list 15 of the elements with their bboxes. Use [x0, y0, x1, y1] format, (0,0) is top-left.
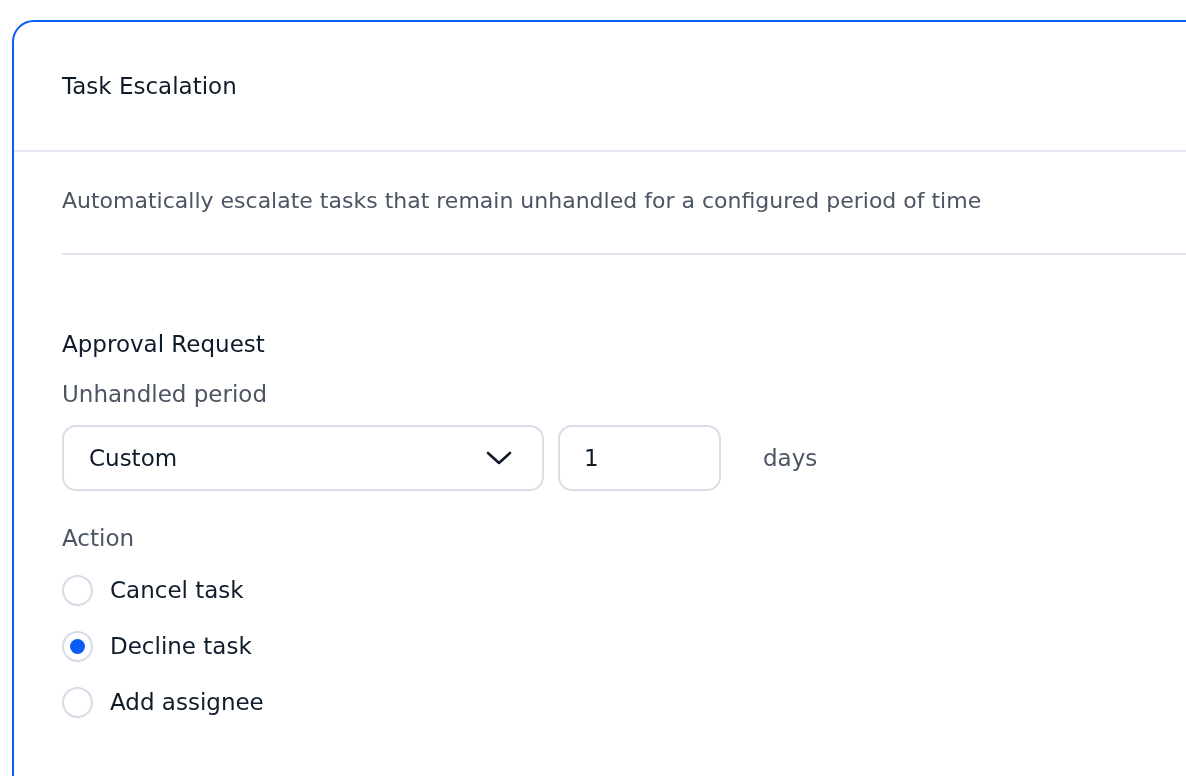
radio-label[interactable]: Add assignee — [110, 689, 264, 715]
radio-button[interactable] — [62, 686, 93, 718]
amount-field[interactable]: 1 — [558, 425, 721, 491]
card-title: Task Escalation — [62, 73, 237, 99]
radio-label[interactable]: Cancel task — [110, 577, 244, 603]
period-select[interactable]: Custom — [62, 425, 544, 491]
radio-label[interactable]: Decline task — [110, 633, 252, 659]
unit-label: days — [763, 445, 818, 471]
field-label: Action — [62, 525, 136, 551]
field-label: Unhandled period — [62, 381, 268, 407]
chevron-down-icon — [486, 450, 512, 466]
section-title: Approval Request — [62, 331, 266, 357]
card-description: Automatically escalate tasks that remain unhandled for a configured period of time — [62, 188, 983, 213]
radio-button[interactable] — [62, 630, 93, 662]
radio-button[interactable] — [62, 574, 93, 606]
